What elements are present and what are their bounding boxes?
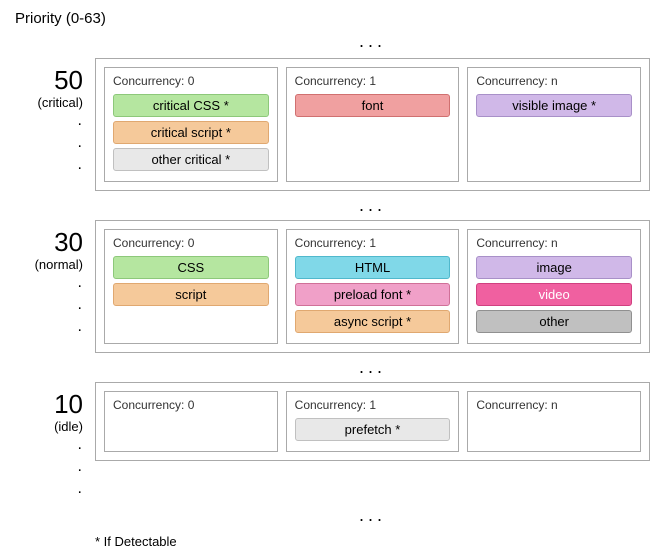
- resource-item-critical-0-1: critical script *: [113, 121, 269, 144]
- concurrency-col-idle-2: Concurrency: n: [467, 391, 641, 452]
- resource-item-normal-1-2: async script *: [295, 310, 451, 333]
- resource-item-normal-1-1: preload font *: [295, 283, 451, 306]
- priority-row-idle: 10(idle)... Concurrency: 0 Concurrency: 1 p…: [15, 382, 650, 501]
- priority-name-idle: (idle): [15, 419, 83, 434]
- resource-item-normal-2-2: other: [476, 310, 632, 333]
- concurrency-label-idle-2: Concurrency: n: [476, 398, 632, 412]
- concurrency-label-critical-0: Concurrency: 0: [113, 74, 269, 88]
- dots-between-1: ...: [95, 357, 650, 378]
- concurrency-label-normal-2: Concurrency: n: [476, 236, 632, 250]
- priority-name-critical: (critical): [15, 95, 83, 110]
- concurrency-label-idle-1: Concurrency: 1: [295, 398, 451, 412]
- priority-dots-normal: ...: [15, 272, 83, 339]
- dots-between-0: ...: [95, 195, 650, 216]
- concurrency-label-normal-1: Concurrency: 1: [295, 236, 451, 250]
- dots-footer: ...: [95, 505, 650, 526]
- concurrency-col-critical-2: Concurrency: n visible image *: [467, 67, 641, 182]
- dots-header: ...: [95, 31, 650, 52]
- page-title: Priority (0-63): [15, 10, 650, 27]
- priority-label-critical: 50(critical)...: [15, 58, 95, 177]
- priority-dots-idle: ...: [15, 434, 83, 501]
- resource-item-idle-1-0: prefetch *: [295, 418, 451, 441]
- concurrency-col-normal-1: Concurrency: 1 HTML preload font * async sc…: [286, 229, 460, 344]
- concurrency-label-normal-0: Concurrency: 0: [113, 236, 269, 250]
- resource-item-critical-0-2: other critical *: [113, 148, 269, 171]
- priority-number-idle: 10: [15, 390, 83, 419]
- concurrency-col-normal-2: Concurrency: n image video other: [467, 229, 641, 344]
- concurrency-col-critical-0: Concurrency: 0 critical CSS * critical scr…: [104, 67, 278, 182]
- resource-item-critical-1-0: font: [295, 94, 451, 117]
- priority-row-critical: 50(critical)... Concurrency: 0 critical CS…: [15, 58, 650, 191]
- concurrency-col-critical-1: Concurrency: 1 font: [286, 67, 460, 182]
- concurrency-label-idle-0: Concurrency: 0: [113, 398, 269, 412]
- group-box-normal: Concurrency: 0 CSS script Concurrency: 1 HTM…: [95, 220, 650, 353]
- priority-label-normal: 30(normal)...: [15, 220, 95, 339]
- concurrency-label-critical-2: Concurrency: n: [476, 74, 632, 88]
- priority-row-normal: 30(normal)...Concurrency: 0CSSscriptConc…: [15, 220, 650, 353]
- priority-number-critical: 50: [15, 66, 83, 95]
- priority-dots-critical: ...: [15, 110, 83, 177]
- concurrency-col-normal-0: Concurrency: 0 CSS script: [104, 229, 278, 344]
- resource-item-normal-0-0: CSS: [113, 256, 269, 279]
- concurrency-label-critical-1: Concurrency: 1: [295, 74, 451, 88]
- priority-number-normal: 30: [15, 228, 83, 257]
- concurrency-col-idle-1: Concurrency: 1 prefetch *: [286, 391, 460, 452]
- resource-item-normal-2-0: image: [476, 256, 632, 279]
- resource-item-critical-0-0: critical CSS *: [113, 94, 269, 117]
- group-box-critical: Concurrency: 0 critical CSS * critical scr…: [95, 58, 650, 191]
- priority-label-idle: 10(idle)...: [15, 382, 95, 501]
- footnote: * If Detectable: [95, 534, 650, 549]
- group-box-idle: Concurrency: 0Concurrency: 1prefetch *Co…: [95, 382, 650, 461]
- resource-item-normal-0-1: script: [113, 283, 269, 306]
- resource-item-normal-2-1: video: [476, 283, 632, 306]
- concurrency-col-idle-0: Concurrency: 0: [104, 391, 278, 452]
- resource-item-normal-1-0: HTML: [295, 256, 451, 279]
- resource-item-critical-2-0: visible image *: [476, 94, 632, 117]
- priority-name-normal: (normal): [15, 257, 83, 272]
